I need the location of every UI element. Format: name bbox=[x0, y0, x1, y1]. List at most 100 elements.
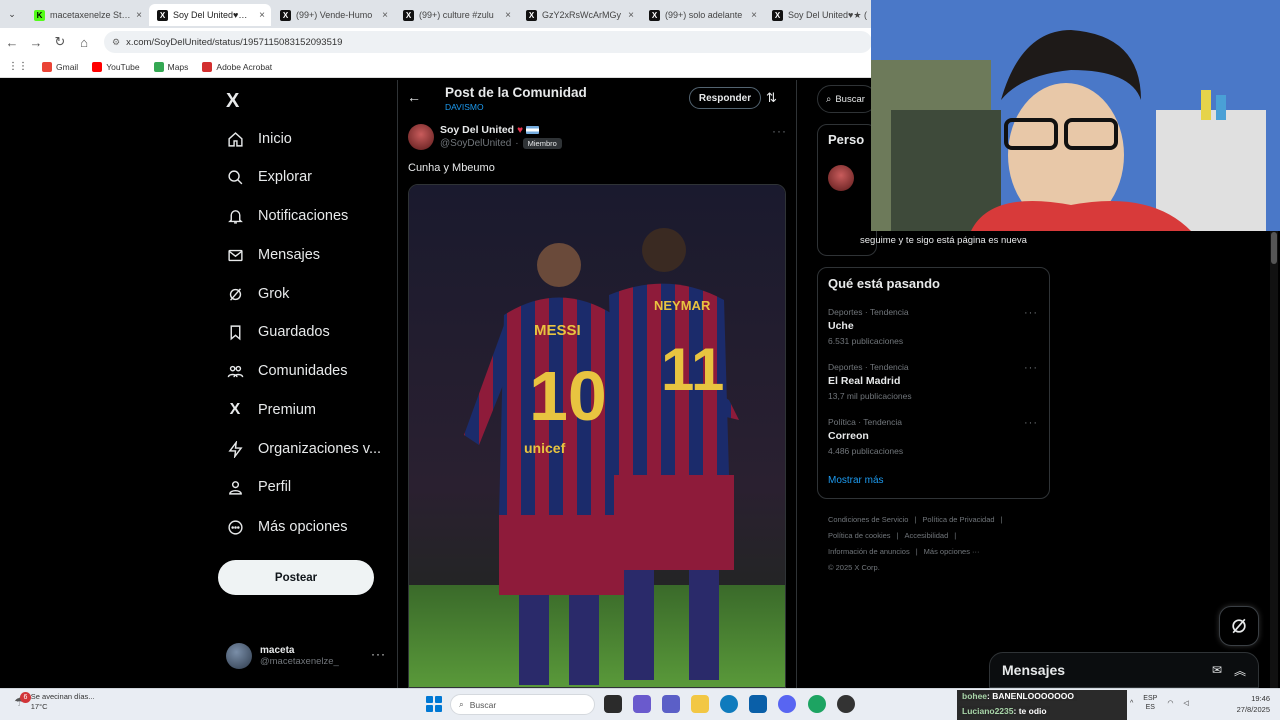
author-avatar[interactable] bbox=[408, 124, 434, 150]
apps-icon[interactable]: ⋮⋮ bbox=[8, 61, 28, 72]
trend-more-icon[interactable]: ··· bbox=[1024, 417, 1038, 429]
bookmark-maps[interactable]: Maps bbox=[153, 61, 188, 72]
x-icon: X bbox=[229, 401, 241, 418]
volume-icon[interactable]: ◁ bbox=[1183, 699, 1188, 707]
sidebar-item-premium[interactable]: X Premium bbox=[226, 395, 316, 425]
x-icon: X bbox=[280, 9, 291, 21]
url-text: x.com/SoyDelUnited/status/19571150831520… bbox=[126, 36, 343, 48]
close-tab-icon[interactable]: × bbox=[505, 10, 511, 21]
search-input[interactable]: ⌕ Buscar bbox=[817, 85, 877, 113]
browser-tab[interactable]: X GzY2xRsWcArMGy × bbox=[518, 4, 640, 26]
footer-link[interactable]: Accesibilidad bbox=[905, 531, 949, 540]
obs-icon[interactable] bbox=[837, 695, 855, 713]
jersey-right-number: 11 bbox=[661, 336, 724, 403]
people-card-title: Perso bbox=[828, 132, 865, 147]
edge-icon[interactable] bbox=[720, 695, 738, 713]
x-logo[interactable]: X bbox=[226, 90, 239, 113]
close-tab-icon[interactable]: × bbox=[628, 10, 634, 21]
post-button[interactable]: Postear bbox=[218, 560, 374, 595]
more-icon[interactable]: ··· bbox=[371, 647, 386, 661]
suggested-avatar[interactable] bbox=[828, 165, 854, 191]
bookmark-gmail[interactable]: Gmail bbox=[42, 61, 78, 72]
chrome-icon[interactable] bbox=[808, 695, 826, 713]
sidebar-item-guardados[interactable]: Guardados bbox=[226, 317, 330, 347]
sidebar-item-mensajes[interactable]: Mensajes bbox=[226, 240, 320, 270]
system-tray[interactable]: ^ ESP ES ◠ ◁ bbox=[1130, 694, 1189, 712]
account-switcher[interactable]: maceta @macetaxenelze_ ··· bbox=[226, 643, 386, 669]
reply-button[interactable]: Responder bbox=[689, 87, 761, 109]
wifi-icon[interactable]: ◠ bbox=[1167, 699, 1173, 707]
chevron-up-icon[interactable]: ^ bbox=[1130, 700, 1133, 707]
sidebar-item-perfil[interactable]: Perfil bbox=[226, 472, 291, 502]
account-name: maceta bbox=[260, 645, 295, 656]
taskbar-search[interactable]: ⌕ Buscar bbox=[450, 694, 595, 715]
sidebar-item-organizaciones[interactable]: Organizaciones v... bbox=[226, 434, 381, 464]
footer-link[interactable]: Política de Privacidad bbox=[922, 515, 994, 524]
close-tab-icon[interactable]: × bbox=[136, 10, 142, 21]
browser-tab[interactable]: X (99+) Vende-Humo × bbox=[272, 4, 394, 26]
task-view-icon[interactable] bbox=[604, 695, 622, 713]
reload-icon[interactable]: ↻ bbox=[48, 34, 72, 50]
close-tab-icon[interactable]: × bbox=[382, 10, 388, 21]
forward-icon[interactable]: → bbox=[24, 35, 48, 50]
home-icon bbox=[226, 130, 244, 148]
windows-start-icon[interactable] bbox=[426, 696, 442, 712]
discord-icon[interactable] bbox=[778, 695, 796, 713]
back-arrow-icon[interactable]: ← bbox=[407, 89, 421, 105]
copilot-icon[interactable] bbox=[633, 695, 651, 713]
tab-search-icon[interactable]: ⌄ bbox=[4, 6, 20, 22]
settings-sliders-icon[interactable]: ⇅ bbox=[766, 90, 777, 106]
trend-item[interactable]: Deportes · Tendencia Uche 6.531 publicac… bbox=[828, 307, 1038, 346]
sidebar-item-explorar[interactable]: Explorar bbox=[226, 162, 312, 192]
browser-tab[interactable]: X (99+) solo adelante × bbox=[641, 4, 763, 26]
back-icon[interactable]: ← bbox=[0, 35, 24, 50]
footer-separator: | bbox=[954, 531, 957, 540]
bookmark-acrobat[interactable]: Adobe Acrobat bbox=[202, 61, 272, 72]
browser-tab[interactable]: XSoy Del United♥★ (× bbox=[764, 4, 886, 26]
grok-button[interactable] bbox=[1219, 606, 1259, 646]
teams-icon[interactable] bbox=[662, 695, 680, 713]
bell-icon bbox=[226, 207, 244, 225]
x-icon: X bbox=[649, 9, 660, 21]
close-tab-icon[interactable]: × bbox=[751, 10, 757, 21]
scrollbar-thumb[interactable] bbox=[1271, 232, 1277, 264]
trend-more-icon[interactable]: ··· bbox=[1024, 307, 1038, 319]
messages-drawer[interactable]: Mensajes ✉ ︽ bbox=[989, 652, 1259, 688]
new-message-icon[interactable]: ✉ bbox=[1212, 663, 1222, 677]
store-icon[interactable] bbox=[749, 695, 767, 713]
show-more-link[interactable]: Mostrar más bbox=[828, 475, 884, 486]
sidebar-item-grok[interactable]: Grok bbox=[226, 279, 289, 309]
trend-more-icon[interactable]: ··· bbox=[1024, 362, 1038, 374]
author-handle[interactable]: @SoyDelUnited bbox=[440, 138, 511, 149]
bookmark-youtube[interactable]: YouTube bbox=[92, 61, 140, 72]
close-tab-icon[interactable]: × bbox=[259, 10, 265, 21]
footer-link[interactable]: Condiciones de Servicio bbox=[828, 515, 908, 524]
browser-tab[interactable]: X Soy Del United♥★ en × bbox=[149, 4, 271, 26]
post-image[interactable]: MESSI 10 unicef NEYMAR 11 bbox=[408, 184, 786, 688]
footer-link[interactable]: Política de cookies bbox=[828, 531, 891, 540]
browser-tab[interactable]: X (99+) culture #zulu × bbox=[395, 4, 517, 26]
community-link[interactable]: DAVISMO bbox=[445, 102, 484, 112]
browser-tab[interactable]: Kmacetaxenelze Strea × bbox=[26, 4, 148, 26]
footer-link[interactable]: Información de anuncios bbox=[828, 547, 910, 556]
webcam-overlay bbox=[871, 0, 1280, 231]
jersey-sponsor: unicef bbox=[524, 440, 566, 456]
sidebar-item-notificaciones[interactable]: Notificaciones bbox=[226, 201, 348, 231]
post-more-icon[interactable]: ··· bbox=[772, 124, 787, 138]
author-name[interactable]: Soy Del United ♥ bbox=[440, 124, 540, 136]
browser-tab-bar: ⌄ Kmacetaxenelze Strea × X Soy Del United♥★… bbox=[0, 0, 880, 28]
trend-item[interactable]: Deportes · Tendencia El Real Madrid 13,7… bbox=[828, 362, 1038, 401]
sidebar-item-mas-opciones[interactable]: Más opciones bbox=[226, 512, 347, 542]
scrollbar[interactable] bbox=[1270, 230, 1278, 688]
site-info-icon[interactable]: ⚙ bbox=[112, 37, 120, 48]
file-explorer-icon[interactable] bbox=[691, 695, 709, 713]
clock[interactable]: 19:46 27/8/2025 bbox=[1228, 693, 1270, 715]
trend-item[interactable]: Política · Tendencia Correon 4.486 publi… bbox=[828, 417, 1038, 456]
url-field[interactable]: ⚙ x.com/SoyDelUnited/status/195711508315… bbox=[104, 31, 872, 53]
sidebar-item-inicio[interactable]: Inicio bbox=[226, 124, 292, 154]
sidebar-item-comunidades[interactable]: Comunidades bbox=[226, 356, 347, 386]
footer-link[interactable]: Más opciones ··· bbox=[924, 547, 980, 556]
chevron-up-icon[interactable]: ︽ bbox=[1234, 662, 1246, 679]
language-indicator[interactable]: ESP ES bbox=[1143, 694, 1157, 712]
home-page-icon[interactable]: ⌂ bbox=[72, 35, 96, 50]
